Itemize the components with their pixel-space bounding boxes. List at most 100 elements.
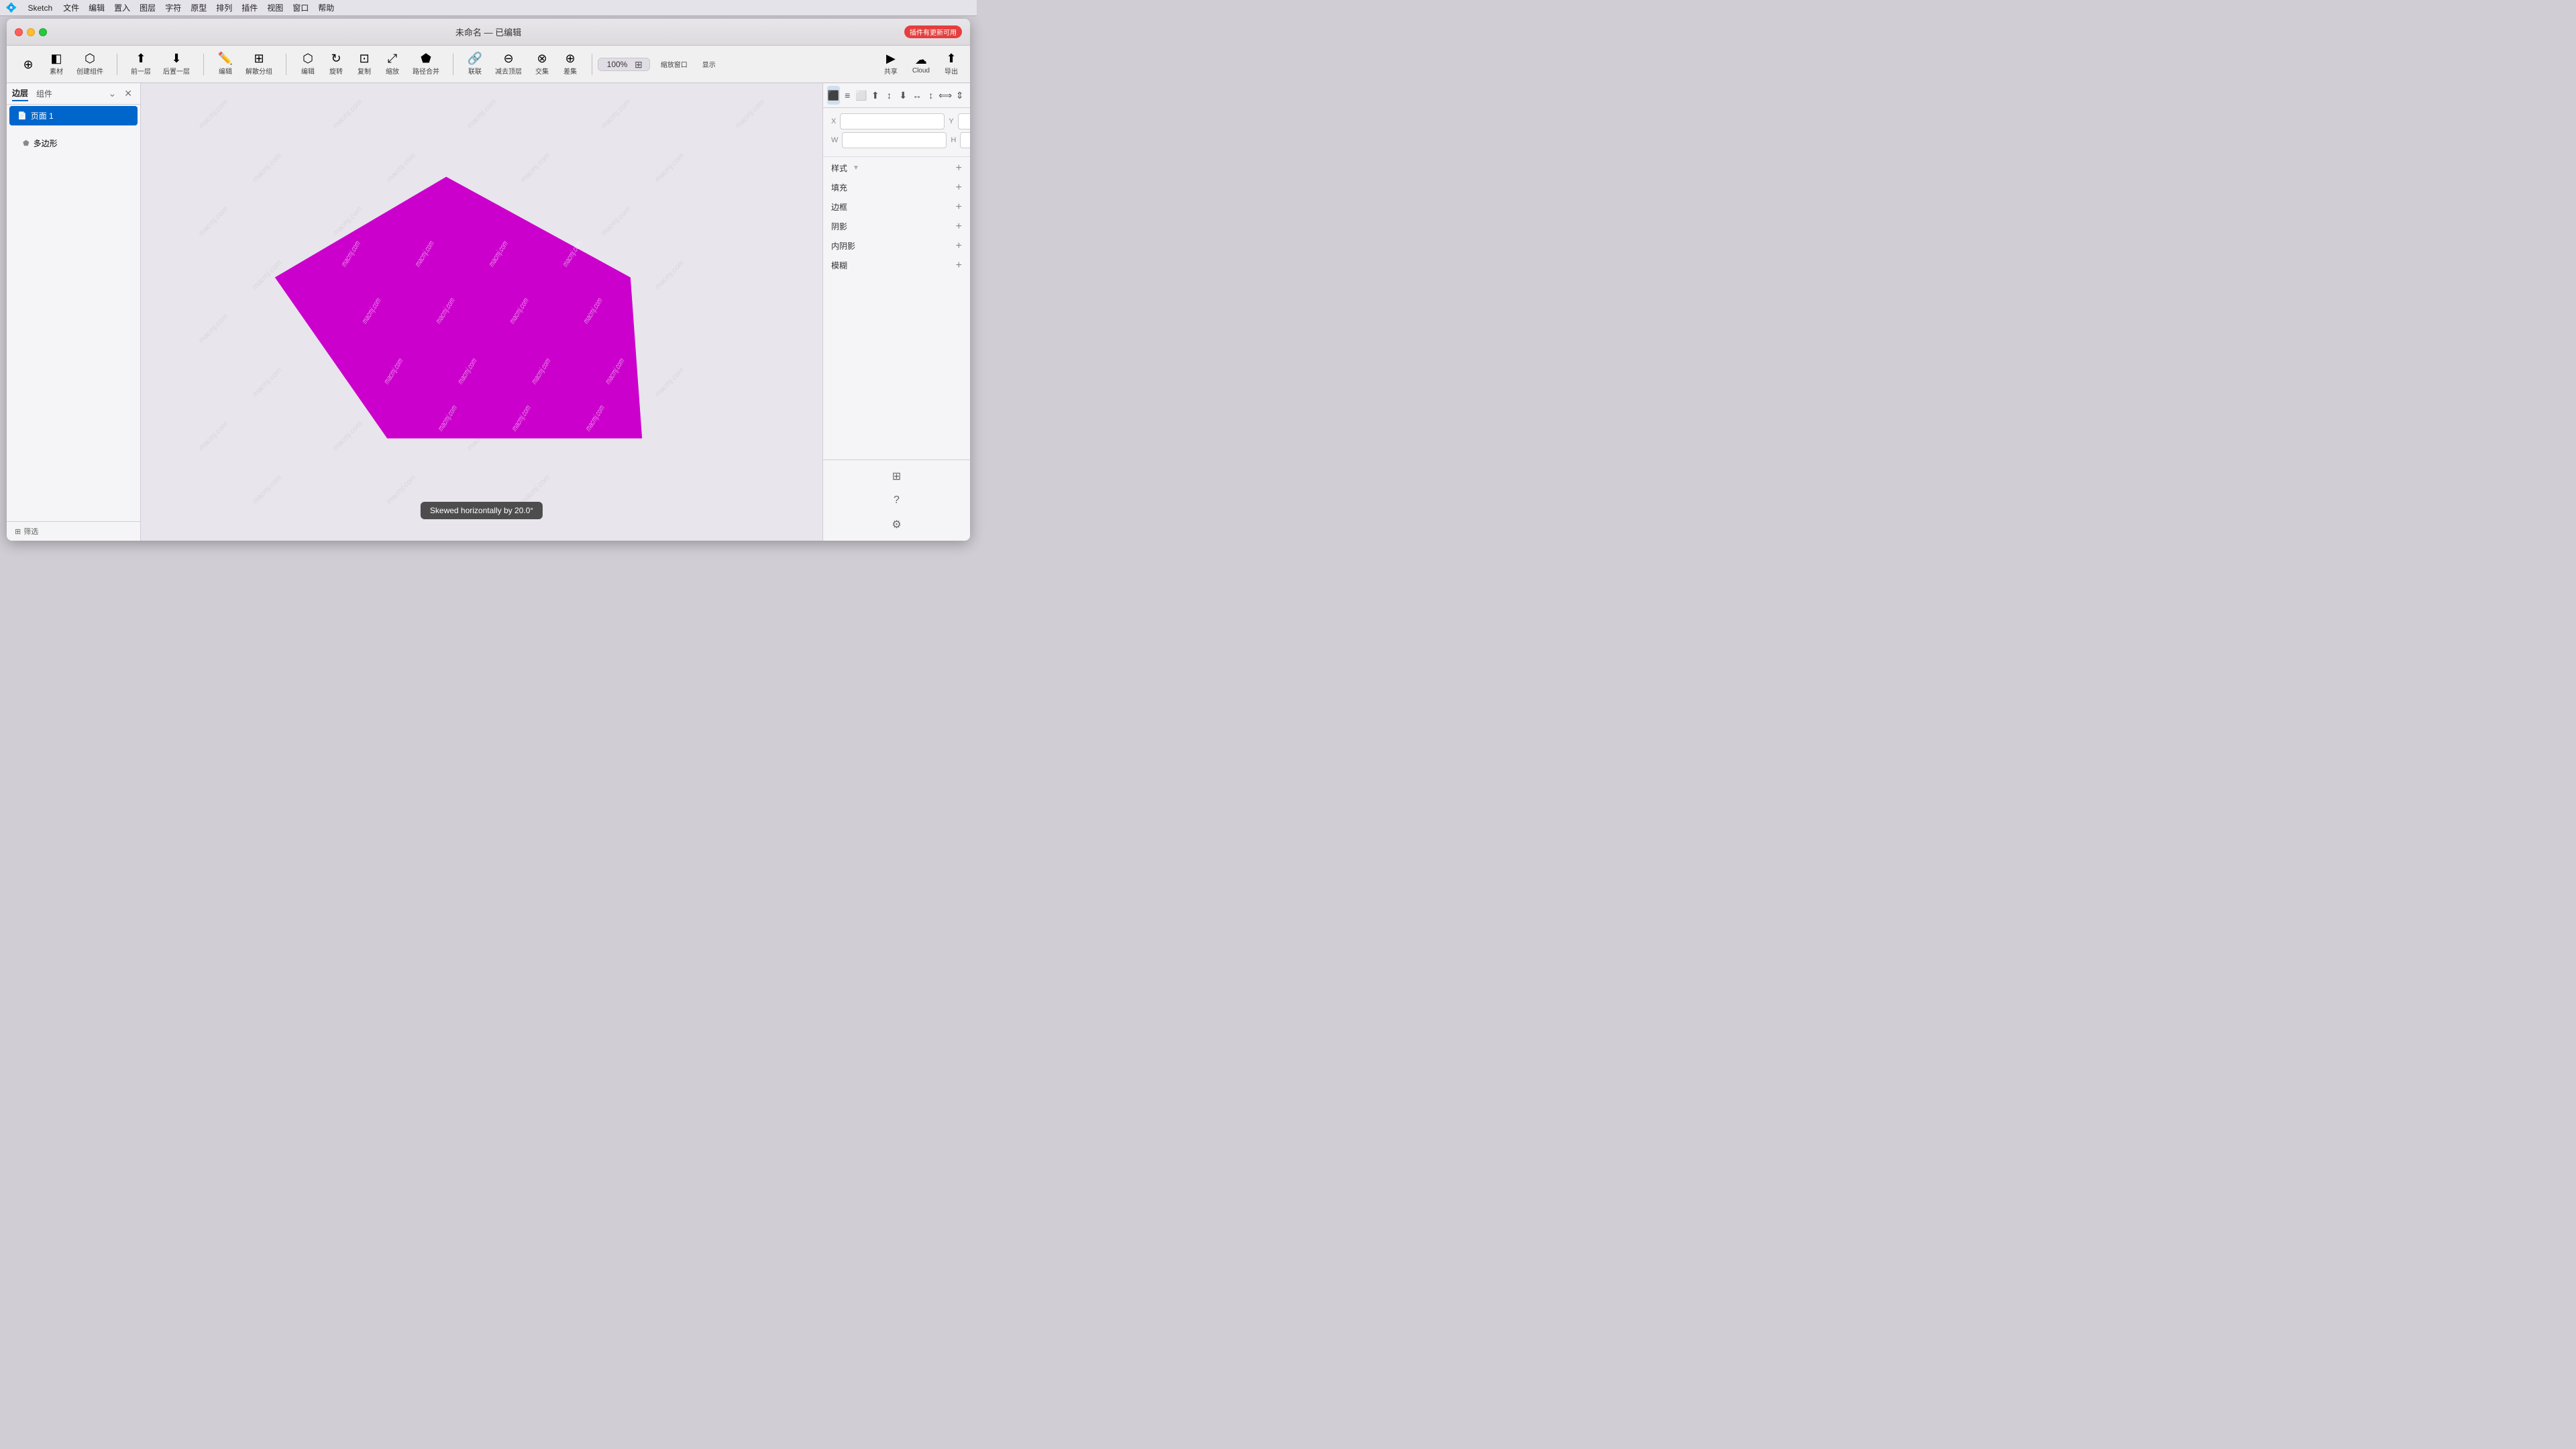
show-button[interactable]: 显示 bbox=[696, 56, 722, 72]
border-title: 边框 bbox=[831, 201, 847, 213]
align-right-btn[interactable]: ⬜ bbox=[855, 86, 868, 105]
ungroup-button[interactable]: ⊞ 解散分组 bbox=[240, 50, 278, 78]
menubar-edit[interactable]: 编辑 bbox=[89, 2, 105, 13]
menubar-app-name[interactable]: Sketch bbox=[28, 3, 52, 13]
cloud-button[interactable]: ☁ Cloud bbox=[907, 51, 935, 77]
style-dropdown-icon[interactable]: ▼ bbox=[853, 164, 859, 172]
export-label: 导出 bbox=[945, 66, 958, 76]
h-input[interactable] bbox=[960, 132, 970, 148]
export-button[interactable]: ⬆ 导出 bbox=[938, 50, 965, 78]
align-center-btn[interactable]: ≡ bbox=[841, 86, 854, 105]
material-icon: ◧ bbox=[50, 52, 62, 64]
layer-polygon[interactable]: ⬟ 多边形 bbox=[7, 135, 140, 152]
remove-top-label: 减去顶层 bbox=[495, 66, 522, 76]
xy-row: X Y bbox=[831, 113, 962, 129]
border-add-btn[interactable]: + bbox=[956, 202, 962, 213]
panel-collapse-icon[interactable]: ⌄ bbox=[106, 88, 119, 99]
menubar-window[interactable]: 窗口 bbox=[292, 2, 309, 13]
minimize-button[interactable] bbox=[27, 28, 35, 36]
menubar-help[interactable]: 帮助 bbox=[318, 2, 334, 13]
menubar-view[interactable]: 视图 bbox=[267, 2, 283, 13]
canvas-area[interactable]: macmj.com macmj.com macmj.com macmj.com … bbox=[141, 83, 822, 541]
position-section: X Y W H 🔒 ↔ bbox=[823, 108, 970, 157]
polygon-wrapper[interactable]: macmj.com macmj.com macmj.com macmj.com … bbox=[280, 164, 656, 461]
shadow-add-btn[interactable]: + bbox=[956, 221, 962, 232]
page-item-1[interactable]: 📄 页面 1 bbox=[9, 106, 138, 125]
fill-add-btn[interactable]: + bbox=[956, 182, 962, 193]
w-label: W bbox=[831, 136, 838, 144]
pentagon-shape bbox=[238, 177, 689, 439]
symbol-icon-btn[interactable]: ⊞ bbox=[886, 466, 908, 487]
align-middle-btn[interactable]: ↕ bbox=[883, 86, 896, 105]
intersect-button[interactable]: ⊗ 交集 bbox=[529, 50, 555, 78]
right-panel-toolbar: ⬛ ≡ ⬜ ⬆ ↕ ⬇ ↔ ↕ ⟺ ⇕ bbox=[823, 83, 970, 108]
menubar-arrange[interactable]: 排列 bbox=[216, 2, 232, 13]
align-top-btn[interactable]: ⬆ bbox=[869, 86, 881, 105]
x-label: X bbox=[831, 117, 836, 125]
combine-button[interactable]: ⬟ 路径合并 bbox=[407, 50, 445, 78]
align-left-btn[interactable]: ⬛ bbox=[827, 86, 840, 105]
polygon-svg: macmj.com macmj.com macmj.com macmj.com … bbox=[227, 164, 710, 459]
close-button[interactable] bbox=[15, 28, 23, 36]
dist-h-btn[interactable]: ↔ bbox=[911, 86, 924, 105]
menubar-layer[interactable]: 图层 bbox=[140, 2, 156, 13]
copy-icon: ⊡ bbox=[359, 52, 369, 64]
x-input[interactable] bbox=[840, 113, 945, 129]
zoom-window-button[interactable]: 缩放窗口 bbox=[655, 56, 693, 72]
w-input[interactable] bbox=[842, 132, 947, 148]
forward-button[interactable]: ⬆ 前一层 bbox=[125, 50, 156, 78]
intersect-label: 交集 bbox=[535, 66, 549, 76]
edit2-label: 编辑 bbox=[301, 66, 315, 76]
rotate-button[interactable]: ↻ 旋转 bbox=[323, 50, 350, 78]
back-label: 后置一层 bbox=[163, 66, 190, 76]
build-component-button[interactable]: ⬡ 创建组件 bbox=[71, 50, 109, 78]
back-button[interactable]: ⬇ 后置一层 bbox=[158, 50, 195, 78]
cloud-label: Cloud bbox=[912, 67, 930, 74]
update-badge[interactable]: 插件有更新可用 bbox=[904, 25, 962, 38]
edit-button[interactable]: ✏️ 编辑 bbox=[212, 50, 239, 78]
style-add-btn[interactable]: + bbox=[956, 163, 962, 174]
zoom-value: 100% bbox=[604, 60, 631, 69]
dist-v-btn[interactable]: ↕ bbox=[924, 86, 937, 105]
material-label: 素材 bbox=[50, 66, 63, 76]
flip-v-btn[interactable]: ⇕ bbox=[953, 86, 966, 105]
panel-close-icon[interactable]: ✕ bbox=[121, 88, 135, 99]
remove-top-button[interactable]: ⊖ 减去顶层 bbox=[490, 50, 527, 78]
menubar-proto[interactable]: 原型 bbox=[191, 2, 207, 13]
add-icon: ⊕ bbox=[23, 58, 33, 70]
tab-layers[interactable]: 边层 bbox=[12, 86, 28, 101]
build-icon: ⬡ bbox=[85, 52, 95, 64]
diff-button[interactable]: ⊕ 差集 bbox=[557, 50, 584, 78]
align-bottom-btn[interactable]: ⬇ bbox=[897, 86, 910, 105]
zoom-control: 100% ⊞ bbox=[598, 58, 650, 71]
edit2-button[interactable]: ⬡ 编辑 bbox=[294, 50, 321, 78]
help-icon-btn[interactable]: ? bbox=[886, 490, 908, 511]
boolean-group: 🔗 联联 ⊖ 减去顶层 ⊗ 交集 ⊕ 差集 bbox=[459, 50, 586, 78]
window-title: 未命名 — 已编辑 bbox=[455, 25, 521, 38]
menubar-items: 文件 编辑 置入 图层 字符 原型 排列 插件 视图 窗口 帮助 bbox=[63, 2, 334, 13]
add-button[interactable]: ⊕ bbox=[15, 56, 42, 73]
share-button[interactable]: ▶ 共享 bbox=[877, 50, 904, 78]
flip-h-btn[interactable]: ⟺ bbox=[938, 86, 952, 105]
y-input[interactable] bbox=[958, 113, 970, 129]
menubar-insert[interactable]: 置入 bbox=[114, 2, 130, 13]
inner-shadow-add-btn[interactable]: + bbox=[956, 241, 962, 252]
edit-group: ✏️ 编辑 ⊞ 解散分组 bbox=[209, 50, 280, 78]
blur-add-btn[interactable]: + bbox=[956, 260, 962, 271]
tab-components[interactable]: 组件 bbox=[36, 87, 52, 101]
menubar-file[interactable]: 文件 bbox=[63, 2, 79, 13]
link-label: 联联 bbox=[468, 66, 482, 76]
zoom-expand-btn[interactable]: ⊞ bbox=[633, 60, 644, 69]
zoom-shape-icon: ⤢ bbox=[388, 52, 397, 64]
zoom-shape-button[interactable]: ⤢ 缩放 bbox=[379, 50, 406, 78]
maximize-button[interactable] bbox=[39, 28, 47, 36]
menubar-plugin[interactable]: 插件 bbox=[241, 2, 258, 13]
copy-button[interactable]: ⊡ 复制 bbox=[351, 50, 378, 78]
material-button[interactable]: ◧ 素材 bbox=[43, 50, 70, 78]
link-button[interactable]: 🔗 联联 bbox=[462, 50, 488, 78]
settings-icon-btn[interactable]: ⚙ bbox=[886, 514, 908, 535]
edit-icon: ✏️ bbox=[218, 52, 233, 64]
menubar-char[interactable]: 字符 bbox=[165, 2, 181, 13]
left-panel: 边层 组件 ⌄ ✕ 📄 页面 1 ⬟ 多边形 ⊞ 筛选 bbox=[7, 83, 141, 541]
wh-row: W H 🔒 ↔ bbox=[831, 132, 962, 148]
